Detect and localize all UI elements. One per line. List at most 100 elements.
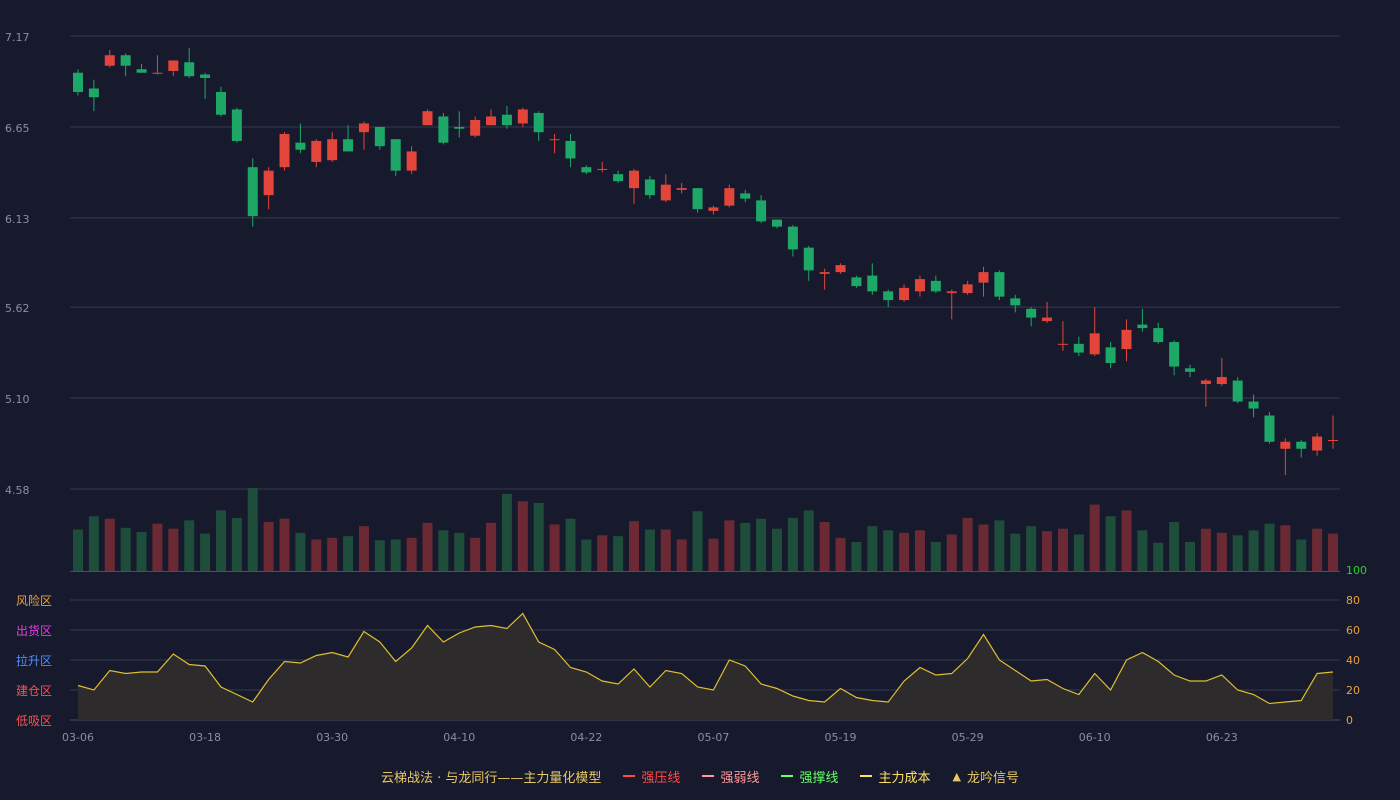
volume-bar	[1312, 528, 1323, 571]
candle-body	[883, 291, 894, 301]
candle-body	[1264, 415, 1275, 442]
candle-body	[533, 112, 544, 133]
indicator-series	[77, 612, 1334, 720]
volume-bar	[1232, 535, 1243, 571]
volume-bar	[215, 510, 226, 571]
volume-bar	[946, 534, 957, 571]
volume-bar	[374, 540, 385, 571]
candle-body	[756, 200, 767, 222]
date-tick-label: 05-29	[952, 731, 984, 744]
date-tick-label: 04-10	[443, 731, 475, 744]
volume-bar	[104, 518, 115, 571]
volume-bar	[454, 532, 465, 571]
candle-body	[1010, 298, 1021, 306]
candle-body	[73, 72, 83, 92]
candle-body	[343, 139, 354, 152]
volume-bar	[120, 527, 131, 571]
candle-body	[1296, 441, 1307, 449]
candle-body	[962, 284, 973, 294]
candle-body	[629, 170, 640, 189]
candle-body	[1200, 380, 1211, 385]
candle-body	[914, 279, 925, 292]
price-axis: 7.17 6.65 6.13 5.62 5.10 4.58	[5, 31, 30, 497]
volume-bar	[835, 537, 846, 571]
candle-body	[787, 226, 798, 250]
candle-body	[88, 88, 99, 98]
candle-body	[835, 265, 846, 273]
legend-item-main-cost[interactable]: 主力成本	[860, 767, 930, 786]
strength-line-swatch	[702, 775, 715, 777]
volume-bar	[1169, 522, 1180, 571]
candle-body	[978, 272, 989, 283]
price-tick-label: 4.58	[5, 484, 30, 497]
volume-bar	[867, 526, 878, 571]
volume-bar	[629, 521, 640, 571]
candle-body	[803, 247, 814, 271]
candle-body	[1057, 343, 1068, 345]
candle-body	[295, 142, 306, 150]
candle-body	[486, 116, 497, 126]
volume-bar	[1026, 526, 1037, 571]
indicator-tick-label: 0	[1346, 714, 1353, 727]
volume-bar	[1121, 510, 1132, 571]
volume-bar	[978, 524, 989, 571]
zone-label: 风险区	[16, 593, 52, 608]
candle-body	[819, 272, 830, 274]
candle-body	[311, 140, 322, 162]
volume-bar	[930, 541, 941, 571]
legend-label: 主力成本	[878, 770, 931, 786]
volume-bar	[1057, 528, 1068, 571]
candle-body	[1089, 333, 1100, 355]
zone-label: 低吸区	[16, 714, 52, 728]
volume-bar	[676, 539, 687, 571]
date-tick-label: 03-06	[62, 731, 94, 744]
legend-label: 强弱线	[720, 770, 760, 786]
date-tick-label: 06-23	[1206, 731, 1238, 744]
candle-body	[438, 116, 449, 143]
volume-bar	[247, 488, 258, 571]
volume-bar	[1328, 533, 1338, 571]
zone-label: 出货区	[16, 623, 52, 638]
candle-body	[104, 55, 115, 66]
candle-body	[327, 139, 338, 161]
volume-bar	[1073, 534, 1084, 571]
candle-body	[740, 193, 751, 199]
candle-body	[1105, 347, 1116, 364]
candle-body	[1026, 308, 1037, 318]
volume-bar	[406, 537, 417, 571]
indicator-tick-label: 60	[1346, 624, 1360, 637]
volume-bar	[358, 526, 369, 571]
candle-body	[994, 272, 1005, 297]
volume-bar	[565, 518, 576, 571]
volume-bar	[470, 537, 481, 571]
legend-item-strong-resistance[interactable]: 强压线	[623, 767, 680, 786]
price-tick-label: 6.65	[5, 122, 30, 135]
candle-body	[708, 207, 719, 211]
indicator-tick-label: 40	[1346, 654, 1360, 667]
volume-bar	[263, 522, 274, 571]
volume-bar	[422, 522, 433, 571]
volume-bar	[883, 530, 894, 571]
candle-body	[676, 188, 687, 190]
volume-bar	[390, 539, 401, 571]
legend-item-dragon-signal[interactable]: ▲ 龙吟信号	[952, 767, 1018, 786]
candle-body	[1328, 440, 1338, 442]
date-axis: 03-06 03-18 03-30 04-10 04-22 05-07 05-19 05-29…	[62, 731, 1238, 744]
volume-bar	[168, 528, 179, 571]
volume-bar	[279, 518, 290, 571]
candle-body	[946, 291, 957, 294]
candle-body	[501, 114, 512, 126]
legend-item-strong-support[interactable]: 强撑线	[781, 767, 838, 786]
candle-body	[1248, 401, 1259, 409]
volume-bar	[708, 538, 719, 571]
volume-bar	[899, 532, 910, 571]
volume-bar	[1296, 539, 1307, 571]
candle-body	[517, 109, 528, 124]
volume-bar	[136, 531, 147, 571]
volume-bar	[756, 518, 767, 571]
legend-item-strength-line[interactable]: 强弱线	[702, 767, 759, 786]
volume-bar	[692, 511, 703, 571]
candlesticks	[73, 48, 1338, 476]
volume-bar	[231, 517, 242, 571]
candle-body	[692, 188, 703, 210]
